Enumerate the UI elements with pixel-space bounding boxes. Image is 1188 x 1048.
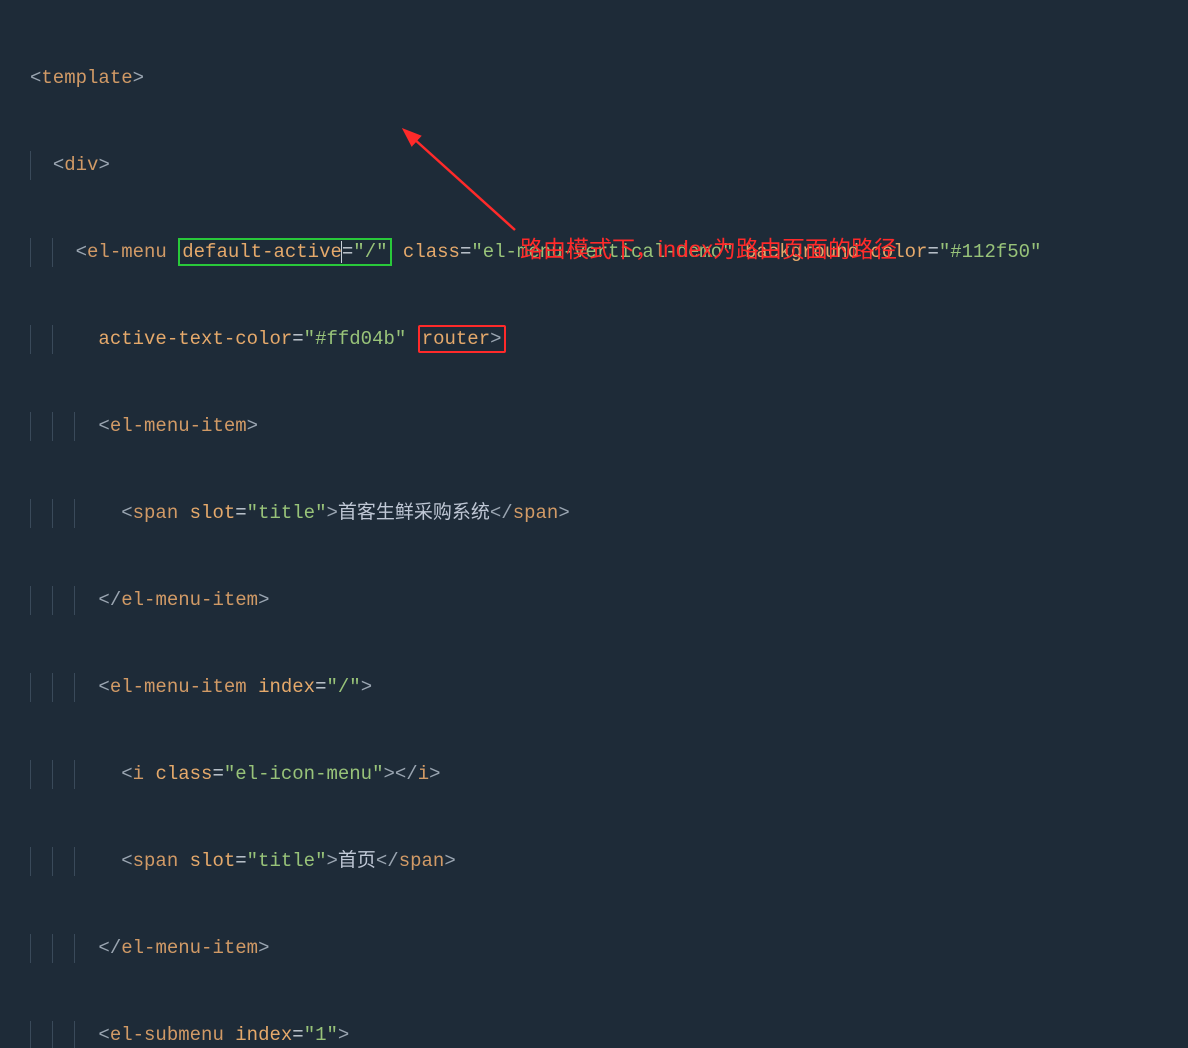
- code-line: <el-submenu index="1">: [0, 1021, 1188, 1048]
- code-line: <template>: [0, 64, 1188, 93]
- code-editor[interactable]: <template> <div> <el-menu default-active…: [0, 0, 1188, 1048]
- code-line: active-text-color="#ffd04b" router>: [0, 325, 1188, 354]
- code-line: <div>: [0, 151, 1188, 180]
- code-line: <el-menu-item>: [0, 412, 1188, 441]
- highlight-default-active: default-active="/": [178, 238, 391, 266]
- highlight-router: router>: [418, 325, 506, 353]
- code-line: </el-menu-item>: [0, 934, 1188, 963]
- code-line: </el-menu-item>: [0, 586, 1188, 615]
- code-line: <el-menu-item index="/">: [0, 673, 1188, 702]
- code-line: <span slot="title">首页</span>: [0, 847, 1188, 876]
- code-line: <i class="el-icon-menu"></i>: [0, 760, 1188, 789]
- annotation-text: 路由模式下，index为路由页面的路径: [520, 235, 897, 264]
